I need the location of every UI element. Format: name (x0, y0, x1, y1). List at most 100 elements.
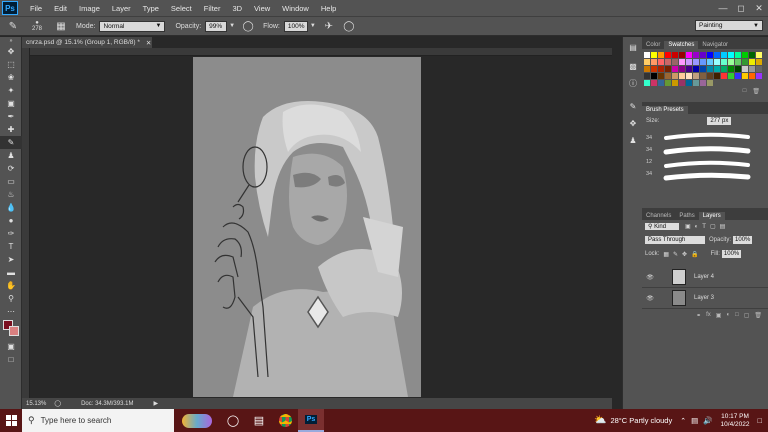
color-swatch[interactable] (672, 66, 678, 72)
task-view-icon[interactable]: ◯ (220, 409, 246, 432)
menu-edit[interactable]: Edit (54, 4, 67, 13)
clone-stamp-tool-icon[interactable]: ♟ (0, 149, 22, 162)
chrome-icon[interactable] (272, 409, 298, 432)
color-swatch[interactable] (756, 59, 762, 65)
color-swatch[interactable] (658, 59, 664, 65)
delete-swatch-icon[interactable]: 🗑 (752, 88, 760, 98)
color-swatch[interactable] (665, 52, 671, 58)
weather-text[interactable]: 28°C Partly cloudy (610, 416, 672, 425)
blend-mode-select[interactable]: Pass Through (645, 236, 705, 244)
background-color[interactable] (9, 326, 19, 336)
color-swatch[interactable] (679, 59, 685, 65)
brush-preset-picker[interactable]: ● 278 (26, 19, 48, 33)
color-swatch[interactable] (672, 52, 678, 58)
color-swatch[interactable] (700, 66, 706, 72)
adjustment-layer-icon[interactable]: ◐ (726, 312, 730, 322)
color-swatch[interactable] (749, 66, 755, 72)
menu-view[interactable]: View (254, 4, 270, 13)
color-swatch[interactable] (700, 80, 706, 86)
lock-position-icon[interactable]: ✥ (682, 251, 687, 258)
crop-tool-icon[interactable]: ▣ (0, 97, 22, 110)
file-explorer-icon[interactable]: ▤ (246, 409, 272, 432)
paint-bucket-tool-icon[interactable]: ♨ (0, 188, 22, 201)
menu-type[interactable]: Type (143, 4, 159, 13)
windows-start-icon[interactable] (0, 409, 22, 432)
opacity-dropdown-icon[interactable]: ▼ (229, 23, 235, 29)
type-filter-icon[interactable]: T (702, 224, 706, 230)
color-swatch[interactable] (658, 52, 664, 58)
color-swatch[interactable] (742, 66, 748, 72)
brush-panel-icon[interactable]: ✎ (623, 100, 643, 113)
color-swatch[interactable] (651, 59, 657, 65)
color-swatch[interactable] (686, 66, 692, 72)
color-swatch[interactable] (714, 73, 720, 79)
zoom-tool-icon[interactable]: ⚲ (0, 292, 22, 305)
quick-mask-icon[interactable]: ▣ (0, 340, 22, 353)
notifications-icon[interactable]: □ (757, 416, 762, 425)
lasso-tool-icon[interactable]: ❀ (0, 71, 22, 84)
shape-tool-icon[interactable]: ▬ (0, 266, 22, 279)
color-swatch[interactable] (721, 73, 727, 79)
color-swatch[interactable] (749, 52, 755, 58)
airbrush-icon[interactable]: ✈ (322, 19, 336, 33)
color-swatch[interactable] (728, 73, 734, 79)
color-swatch[interactable] (658, 66, 664, 72)
color-swatch[interactable] (686, 52, 692, 58)
color-swatch[interactable] (721, 52, 727, 58)
color-swatch[interactable] (742, 73, 748, 79)
network-icon[interactable]: ▤ (691, 416, 698, 425)
color-swatch[interactable] (672, 73, 678, 79)
color-swatch[interactable] (644, 52, 650, 58)
blur-tool-icon[interactable]: 💧 (0, 201, 22, 214)
fill-input[interactable]: 100% (721, 250, 742, 258)
new-group-icon[interactable]: □ (735, 312, 739, 322)
adjustments-panel-icon[interactable]: ▩ (623, 60, 643, 73)
info-panel-icon[interactable]: ⓘ (623, 77, 643, 90)
color-swatch[interactable] (728, 52, 734, 58)
tab-brush-presets[interactable]: Brush Presets (642, 106, 688, 114)
zoom-level[interactable]: 15.13% (26, 401, 46, 407)
color-swatch[interactable] (735, 66, 741, 72)
new-layer-icon[interactable]: ▢ (744, 312, 750, 322)
screen-mode-icon[interactable]: □ (0, 353, 22, 366)
brush-tool-icon[interactable]: ✎ (6, 19, 20, 33)
quick-select-tool-icon[interactable]: ✦ (0, 84, 22, 97)
color-swatch[interactable] (742, 52, 748, 58)
color-swatch[interactable] (756, 73, 762, 79)
lock-transparency-icon[interactable]: ▦ (663, 251, 669, 258)
layer-kind-filter[interactable]: ⚲ Kind (645, 223, 679, 230)
pressure-size-icon[interactable]: ◯ (342, 19, 356, 33)
layer-name[interactable]: Layer 4 (694, 274, 714, 280)
tab-navigator[interactable]: Navigator (698, 41, 732, 49)
eye-icon[interactable]: 👁 (642, 274, 658, 281)
color-swatch[interactable] (644, 80, 650, 86)
color-swatch[interactable] (749, 59, 755, 65)
canvas[interactable] (193, 57, 421, 397)
color-swatch[interactable] (693, 66, 699, 72)
add-mask-icon[interactable]: ▣ (716, 312, 722, 322)
volume-icon[interactable]: 🔊 (703, 416, 712, 425)
color-swatch[interactable] (679, 52, 685, 58)
color-swatch[interactable] (756, 52, 762, 58)
tab-color[interactable]: Color (642, 41, 664, 49)
move-tool-icon[interactable]: ✥ (0, 45, 22, 58)
color-swatch[interactable] (665, 66, 671, 72)
maximize-icon[interactable]: ◻ (732, 0, 750, 16)
color-swatch[interactable] (644, 59, 650, 65)
color-swatch[interactable] (665, 59, 671, 65)
toggle-brush-panel-icon[interactable]: ▦ (54, 19, 68, 33)
menu-file[interactable]: File (30, 4, 42, 13)
color-swatch[interactable] (693, 73, 699, 79)
fx-icon[interactable]: fx (706, 312, 711, 322)
menu-image[interactable]: Image (79, 4, 100, 13)
color-swatch[interactable] (735, 73, 741, 79)
expand-arrow-icon[interactable]: ▶ (153, 400, 158, 407)
path-select-tool-icon[interactable]: ➤ (0, 253, 22, 266)
dodge-tool-icon[interactable]: ● (0, 214, 22, 227)
color-swatch[interactable] (644, 66, 650, 72)
color-swatch[interactable] (665, 73, 671, 79)
color-swatch[interactable] (700, 59, 706, 65)
marquee-tool-icon[interactable]: ⬚ (0, 58, 22, 71)
tab-paths[interactable]: Paths (675, 212, 698, 220)
history-brush-tool-icon[interactable]: ⟳ (0, 162, 22, 175)
